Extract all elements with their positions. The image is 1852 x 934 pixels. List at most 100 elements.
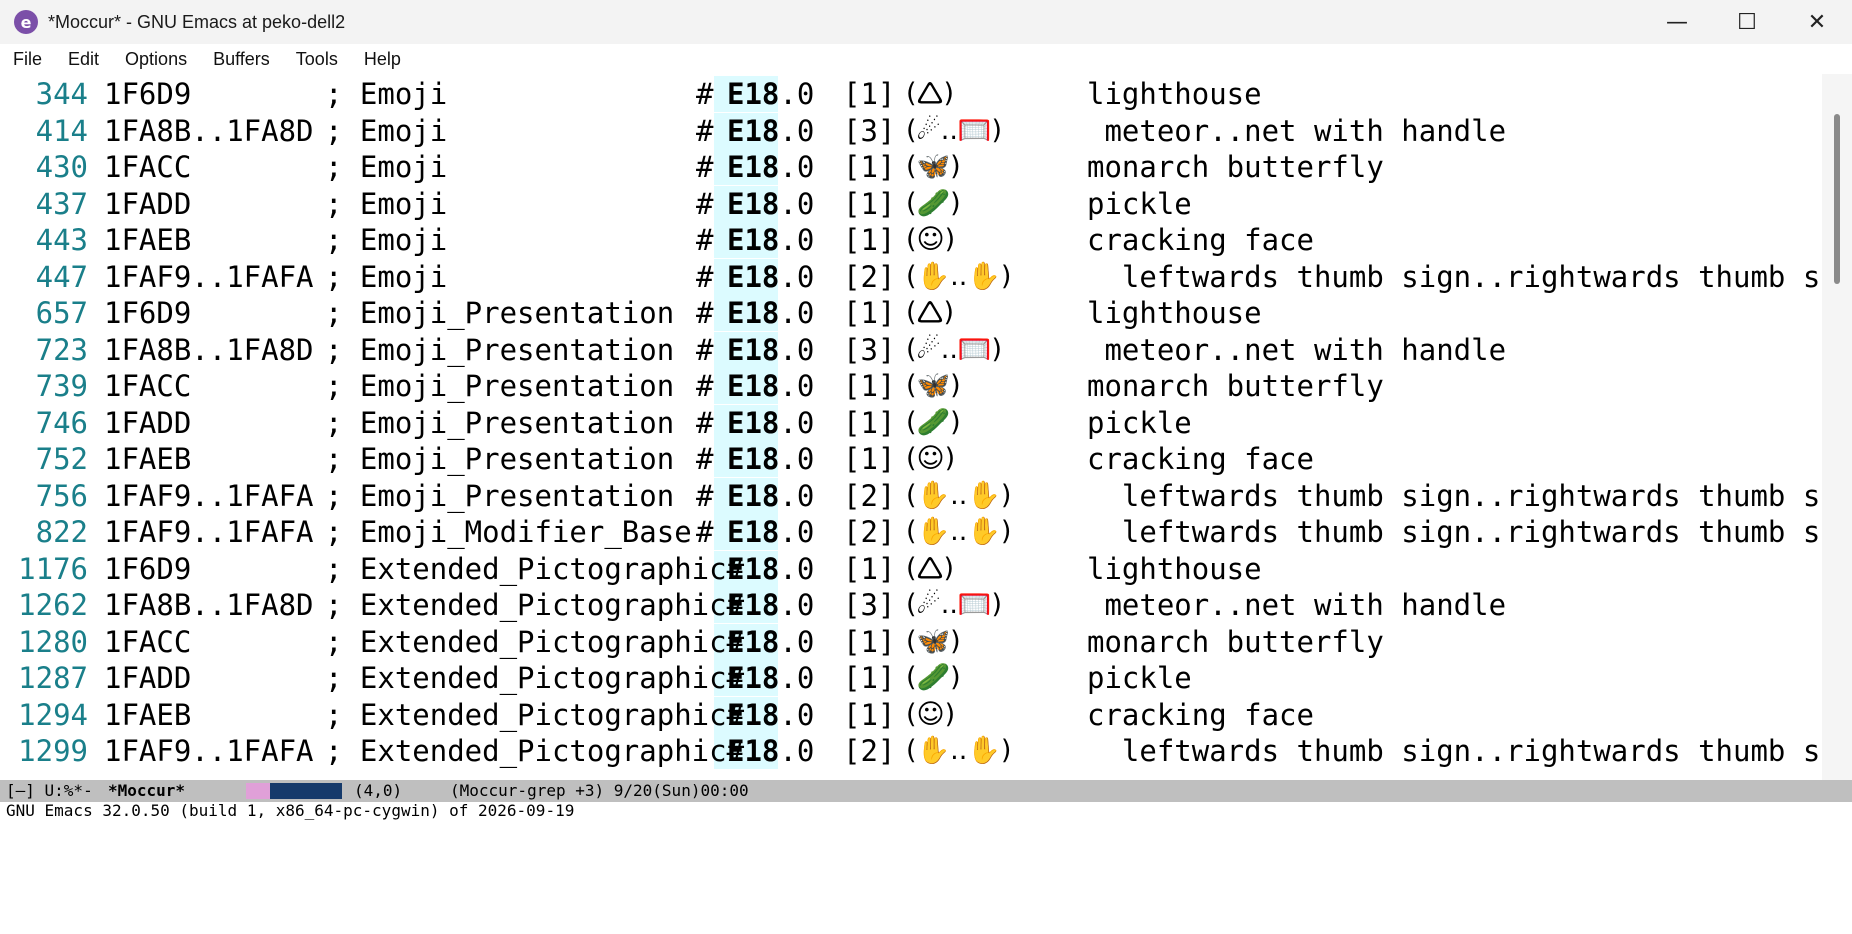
emoji-name: cracking face — [1087, 442, 1314, 476]
moccur-line[interactable]: 1280 1FACC ; Extended_Pictographic# E18.0 [1… — [0, 623, 1820, 660]
comment-hash: # — [696, 223, 714, 257]
line-number[interactable]: 723 — [0, 332, 88, 368]
emoji-glyphs: (☄..🥅) — [906, 589, 1003, 620]
moccur-buffer[interactable]: 344 1F6D9; Emoji # E18.0 [1] (🛆) lighthouse 414… — [0, 74, 1820, 780]
line-number[interactable]: 1299 — [0, 733, 88, 769]
emoji-glyphs: (☄..🥅) — [906, 333, 1003, 365]
close-button[interactable]: ✕ — [1782, 0, 1852, 44]
line-number[interactable]: 752 — [0, 441, 88, 477]
line-number[interactable]: 1287 — [0, 660, 88, 696]
moccur-line[interactable]: 1176 1F6D9 ; Extended_Pictographic# E18.0 [1… — [0, 550, 1820, 587]
emoji-name: meteor..net with handle — [1087, 332, 1507, 367]
property: ; Emoji_Presentation — [325, 296, 675, 330]
line-number[interactable]: 414 — [0, 113, 88, 149]
emoji-version: E18.0 — [727, 150, 815, 184]
menu-options[interactable]: Options — [112, 49, 200, 70]
menu-tools[interactable]: Tools — [283, 49, 351, 70]
emoji-name: pickle — [1087, 186, 1192, 221]
moccur-line[interactable]: 430 1FACC ; Emoji # E18.0 [1] (🦋) monarch butte… — [0, 149, 1820, 185]
codepoint: 1F6D9 — [104, 77, 192, 111]
property: ; Emoji_Presentation — [325, 405, 675, 440]
property: ; Emoji_Presentation — [325, 369, 675, 403]
emoji-glyphs: (☺) — [906, 443, 956, 474]
line-number[interactable]: 822 — [0, 514, 88, 550]
comment-hash: # — [696, 332, 714, 367]
count: [1] — [843, 661, 896, 695]
property: ; Emoji_Presentation — [325, 442, 675, 476]
emoji-name: cracking face — [1087, 223, 1314, 257]
emoji-glyphs: (🛆) — [906, 78, 955, 109]
moccur-line[interactable]: 344 1F6D9 ; Emoji # E18.0 [1] (🛆) lighthouse — [0, 76, 1820, 112]
moccur-line[interactable]: 1294 1FAEB ; Extended_Pictographic# E18.0 [1… — [0, 696, 1820, 733]
codepoint: 1FA8B..1FA8D — [104, 588, 314, 622]
line-number[interactable]: 430 — [0, 149, 88, 185]
minibuffer[interactable]: GNU Emacs 32.0.50 (build 1, x86_64-pc-cy… — [0, 802, 1852, 820]
menu-edit[interactable]: Edit — [55, 49, 112, 70]
line-number[interactable]: 1262 — [0, 587, 88, 623]
title-bar: e *Moccur* - GNU Emacs at peko-dell2 — ☐… — [0, 0, 1852, 44]
emoji-glyphs: (🥒) — [906, 662, 961, 693]
modeline-buffer-name[interactable]: *Moccur* — [108, 780, 185, 802]
line-number[interactable]: 657 — [0, 295, 88, 331]
emoji-glyphs: (🥒) — [906, 187, 961, 219]
window-controls: — ☐ ✕ — [1642, 0, 1852, 44]
moccur-line[interactable]: 414 1FA8B..1FA8D ; Emoji # E18.0 [3] (☄..🥅) me… — [0, 112, 1820, 149]
codepoint: 1F6D9 — [104, 551, 192, 586]
mode-line: [—] U:%*- *Moccur* (4,0) (Moccur-grep +3… — [0, 780, 1852, 802]
moccur-line[interactable]: 447 1FAF9..1FAFA ; Emoji # E18.0 [2] (✋..✋) le… — [0, 258, 1820, 295]
line-number[interactable]: 443 — [0, 222, 88, 258]
moccur-line[interactable]: 756 1FAF9..1FAFA ; Emoji_Presentation # E18.… — [0, 477, 1820, 514]
line-number[interactable]: 746 — [0, 405, 88, 441]
codepoint: 1FA8B..1FA8D — [104, 113, 314, 148]
emoji-version: E18.0 — [727, 405, 815, 440]
emoji-glyphs: (🛆) — [906, 552, 955, 584]
moccur-line[interactable]: 822 1FAF9..1FAFA ; Emoji_Modifier_Base # E18… — [0, 514, 1820, 550]
codepoint: 1FAEB — [104, 697, 192, 732]
comment-hash: # — [696, 150, 714, 184]
comment-hash: # — [696, 405, 714, 440]
count: [2] — [843, 478, 896, 513]
line-number[interactable]: 447 — [0, 259, 88, 295]
moccur-line[interactable]: 1262 1FA8B..1FA8D ; Extended_Pictographic#… — [0, 587, 1820, 623]
modeline-modes[interactable]: (Moccur-grep +3) 9/20(Sun)00:00 — [450, 780, 749, 802]
comment-hash: # — [696, 186, 714, 221]
count: [1] — [843, 369, 896, 403]
line-number[interactable]: 739 — [0, 368, 88, 404]
maximize-button[interactable]: ☐ — [1712, 0, 1782, 44]
emoji-version: E18.0 — [727, 515, 815, 549]
moccur-line[interactable]: 746 1FADD ; Emoji_Presentation # E18.0 [1] (🥒)… — [0, 404, 1820, 441]
emoji-version: E18.0 — [727, 113, 815, 148]
count: [1] — [843, 150, 896, 184]
moccur-line[interactable]: 723 1FA8B..1FA8D ; Emoji_Presentation # E18.… — [0, 331, 1820, 368]
moccur-line[interactable]: 1287 1FADD ; Extended_Pictographic# E18.0 [1… — [0, 660, 1820, 696]
line-number[interactable]: 1280 — [0, 624, 88, 660]
menu-help[interactable]: Help — [351, 49, 414, 70]
menu-file[interactable]: File — [0, 49, 55, 70]
emoji-version: E18.0 — [727, 186, 815, 221]
property: ; Emoji — [325, 113, 448, 148]
comment-hash: # — [696, 113, 714, 148]
line-number[interactable]: 437 — [0, 186, 88, 222]
emoji-glyphs: (🦋) — [906, 370, 961, 401]
moccur-line[interactable]: 752 1FAEB ; Emoji_Presentation # E18.0 [1] (☺)… — [0, 441, 1820, 477]
emoji-version: E18.0 — [727, 734, 815, 768]
moccur-line[interactable]: 443 1FAEB ; Emoji # E18.0 [1] (☺) cracking face — [0, 222, 1820, 258]
vertical-scrollbar[interactable] — [1822, 74, 1852, 780]
line-number[interactable]: 1294 — [0, 697, 88, 733]
property: ; Emoji — [325, 223, 448, 257]
line-number[interactable]: 1176 — [0, 551, 88, 587]
moccur-line[interactable]: 437 1FADD ; Emoji # E18.0 [1] (🥒) pickle — [0, 185, 1820, 222]
count: [1] — [843, 405, 896, 440]
minimize-button[interactable]: — — [1642, 0, 1712, 44]
line-number[interactable]: 756 — [0, 478, 88, 514]
property: ; Emoji — [325, 186, 448, 221]
scrollbar-thumb[interactable] — [1834, 114, 1840, 284]
count: [1] — [843, 624, 896, 659]
moccur-line[interactable]: 657 1F6D9 ; Emoji_Presentation # E18.0 [1] (🛆)… — [0, 295, 1820, 331]
moccur-line[interactable]: 739 1FACC ; Emoji_Presentation # E18.0 [1] (🦋)… — [0, 368, 1820, 404]
line-number[interactable]: 344 — [0, 76, 88, 112]
menu-buffers[interactable]: Buffers — [200, 49, 283, 70]
codepoint: 1FAF9..1FAFA — [104, 478, 314, 513]
emoji-name: monarch butterfly — [1087, 624, 1384, 659]
moccur-line[interactable]: 1299 1FAF9..1FAFA ; Extended_Pictographic#… — [0, 733, 1820, 769]
